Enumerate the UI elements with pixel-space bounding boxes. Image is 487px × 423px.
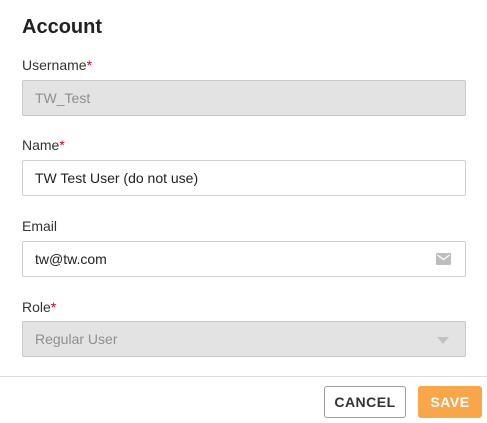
cancel-button[interactable]: CANCEL bbox=[324, 386, 406, 418]
required-mark: * bbox=[59, 137, 65, 153]
required-mark: * bbox=[50, 299, 57, 315]
role-value: Regular User bbox=[35, 331, 118, 347]
section-title: Account bbox=[22, 16, 102, 38]
role-label: Role* bbox=[22, 298, 56, 316]
name-value: TW Test User (do not use) bbox=[35, 170, 199, 186]
username-value: TW_Test bbox=[35, 90, 91, 106]
name-label-text: Name bbox=[22, 137, 60, 153]
footer-divider bbox=[0, 376, 487, 377]
save-button[interactable]: SAVE bbox=[418, 386, 482, 418]
account-form: Account Username* TW_Test Name* TW Test … bbox=[0, 0, 487, 423]
username-label: Username* bbox=[22, 56, 92, 74]
name-label: Name* bbox=[22, 136, 65, 154]
email-field[interactable]: tw@tw.com bbox=[22, 241, 466, 277]
email-label-text: Email bbox=[22, 218, 58, 234]
email-label: Email bbox=[22, 217, 57, 235]
email-value: tw@tw.com bbox=[35, 251, 107, 267]
role-label-text: Role bbox=[22, 299, 51, 315]
envelope-icon bbox=[436, 253, 451, 265]
username-label-text: Username bbox=[22, 57, 87, 73]
username-field: TW_Test bbox=[22, 80, 466, 116]
role-select: Regular User bbox=[22, 321, 466, 357]
name-field[interactable]: TW Test User (do not use) bbox=[22, 160, 466, 196]
required-mark: * bbox=[86, 57, 93, 73]
chevron-down-icon bbox=[437, 337, 449, 344]
